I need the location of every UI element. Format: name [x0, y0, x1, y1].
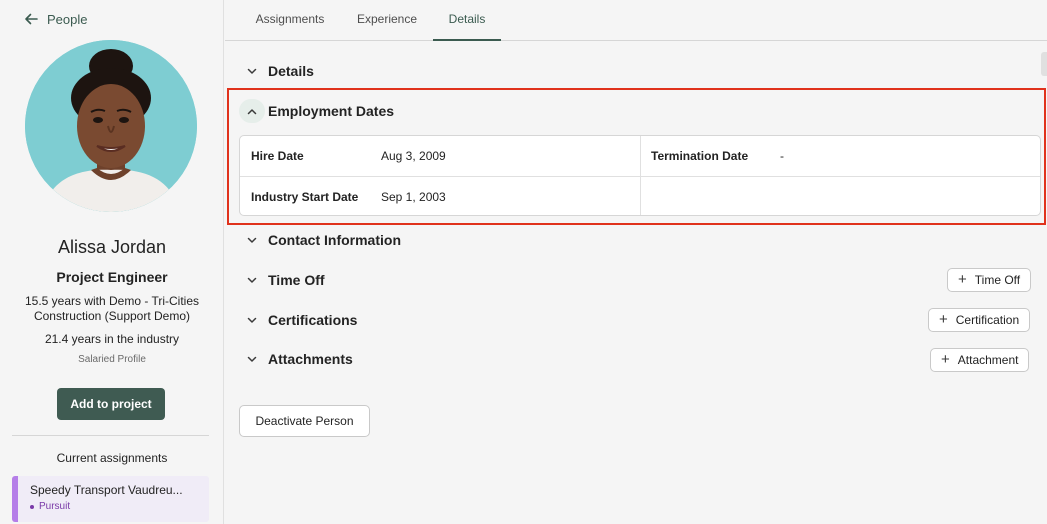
industry-start-date-label: Industry Start Date	[251, 190, 359, 204]
person-job-title: Project Engineer	[56, 269, 168, 285]
section-employment-dates[interactable]: Employment Dates	[239, 96, 394, 126]
chevron-up-icon	[239, 99, 265, 123]
company-tenure: 15.5 years with Demo - Tri-Cities Constr…	[24, 294, 200, 323]
assignment-project-name: Speedy Transport Vaudreu...	[30, 483, 183, 497]
chevron-down-icon	[239, 228, 265, 252]
add-time-off-label: Time Off	[974, 273, 1021, 287]
avatar	[25, 40, 197, 212]
arrow-left-icon	[24, 13, 38, 25]
column-divider	[640, 136, 641, 215]
sidebar-divider	[12, 435, 209, 436]
app-root: People Alissa Jordan Project Engineer 15…	[0, 0, 1047, 524]
termination-date-label: Termination Date	[651, 149, 749, 163]
plus-icon: +	[941, 351, 950, 368]
section-attachments-label: Attachments	[268, 351, 353, 367]
industry-tenure: 21.4 years in the industry	[44, 332, 180, 346]
tab-experience[interactable]: Experience	[349, 0, 425, 41]
profile-type: Salaried Profile	[78, 354, 146, 365]
back-link-label: People	[47, 11, 88, 27]
chevron-down-icon	[239, 308, 265, 332]
add-attachment-label: Attachment	[957, 353, 1019, 367]
person-detail-main: Assignments Experience Details Details E…	[225, 0, 1047, 524]
section-employment-dates-label: Employment Dates	[268, 103, 395, 119]
assignment-status-label: Pursuit	[39, 501, 71, 512]
section-certifications[interactable]: Certifications	[239, 305, 357, 335]
chevron-down-icon	[239, 59, 265, 83]
termination-date-value: -	[780, 149, 784, 163]
plus-icon: +	[939, 311, 948, 328]
hire-date-label: Hire Date	[251, 149, 304, 163]
add-time-off-button[interactable]: + Time Off	[947, 268, 1032, 292]
section-details-label: Details	[268, 63, 314, 79]
section-details[interactable]: Details	[239, 56, 314, 86]
add-certification-button[interactable]: + Certification	[928, 308, 1031, 332]
section-contact-information[interactable]: Contact Information	[239, 225, 401, 255]
add-attachment-button[interactable]: + Attachment	[930, 348, 1030, 372]
assignment-card[interactable]: Speedy Transport Vaudreu... Pursuit	[12, 476, 209, 522]
section-contact-information-label: Contact Information	[268, 232, 401, 248]
section-time-off-label: Time Off	[268, 272, 325, 288]
industry-start-date-value: Sep 1, 2003	[381, 190, 446, 204]
current-assignments-heading: Current assignments	[56, 451, 168, 465]
deactivate-person-button[interactable]: Deactivate Person	[239, 405, 370, 437]
scrollbar-thumb[interactable]	[1041, 52, 1047, 76]
assignment-status: Pursuit	[30, 501, 209, 512]
add-to-project-button[interactable]: Add to project	[57, 388, 165, 420]
hire-date-value: Aug 3, 2009	[381, 149, 446, 163]
person-sidebar: People Alissa Jordan Project Engineer 15…	[0, 0, 224, 524]
chevron-down-icon	[239, 268, 265, 292]
plus-icon: +	[958, 271, 967, 288]
chevron-down-icon	[239, 347, 265, 371]
status-dot-icon	[30, 504, 34, 509]
section-attachments[interactable]: Attachments	[239, 344, 353, 374]
add-certification-label: Certification	[955, 313, 1020, 327]
section-time-off[interactable]: Time Off	[239, 265, 325, 295]
section-certifications-label: Certifications	[268, 312, 358, 328]
tab-details[interactable]: Details	[433, 0, 501, 41]
employment-dates-panel: Hire Date Aug 3, 2009 Termination Date -…	[239, 135, 1041, 216]
back-to-people-link[interactable]: People	[24, 10, 87, 28]
person-name: Alissa Jordan	[57, 237, 167, 257]
tab-bar: Assignments Experience Details	[225, 0, 1047, 41]
tab-assignments[interactable]: Assignments	[245, 0, 335, 41]
